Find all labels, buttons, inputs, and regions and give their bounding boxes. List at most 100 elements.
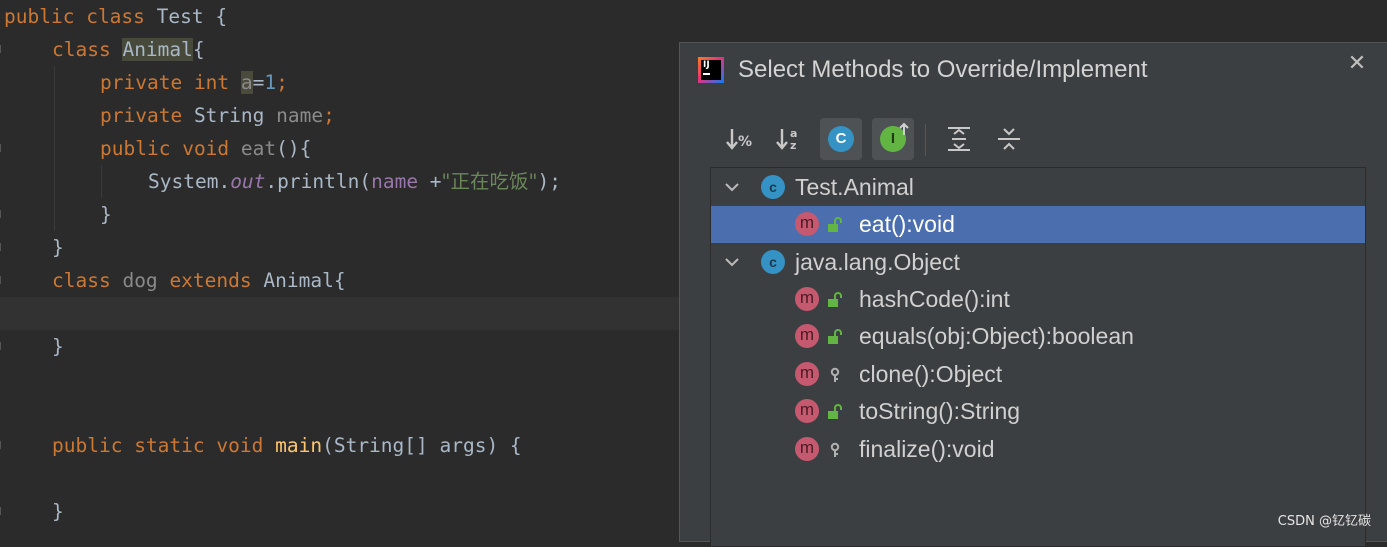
fold-marker[interactable] (0, 507, 5, 515)
class-name-highlighted: Animal (122, 38, 193, 61)
protected-access-icon (830, 442, 840, 457)
tree-group-row[interactable]: c Test.Animal (711, 169, 1365, 206)
brace: { (203, 5, 228, 28)
field-name-unused: a (240, 71, 253, 94)
code-line-15[interactable]: } (52, 495, 64, 528)
interface-up-icon: I (880, 122, 909, 152)
methods-tree[interactable]: c Test.Animal m eat():void c java.lang.O… (710, 167, 1366, 547)
method-icon: m (795, 362, 819, 386)
code-line-11[interactable]: } (52, 330, 64, 363)
method-name: eat (240, 137, 277, 160)
method-label: clone():Object (859, 361, 1003, 387)
string-literal: "正在吃饭" (441, 170, 538, 193)
method-label: toString():String (859, 398, 1021, 424)
collapse-all-button[interactable] (988, 118, 1030, 160)
code-line-5[interactable]: public void eat(){ (100, 132, 311, 165)
intellij-logo-icon: IJ (698, 57, 724, 83)
tree-method-row[interactable]: m finalize():void (711, 431, 1365, 468)
keyword: class (52, 38, 111, 61)
code-line-6[interactable]: System.out.println(name +"正在吃饭"); (148, 165, 561, 198)
public-access-icon (828, 404, 842, 419)
method-icon: m (795, 399, 819, 423)
fold-marker[interactable] (0, 210, 5, 218)
close-icon[interactable]: ✕ (1346, 53, 1368, 75)
code-line-4[interactable]: private String name; (100, 99, 335, 132)
method-icon: m (795, 437, 819, 461)
class-name: Test (156, 5, 204, 28)
keyword: private (100, 104, 183, 127)
type-name: String (193, 104, 265, 127)
keyword: int (193, 71, 230, 94)
show-classes-toggle[interactable]: C (820, 118, 862, 160)
code-line-3[interactable]: private int a=1; (100, 66, 288, 99)
tree-method-row[interactable]: m clone():Object (711, 356, 1365, 393)
fold-marker[interactable] (0, 276, 5, 284)
expand-all-button[interactable] (938, 118, 980, 160)
code-line-9[interactable]: class dog extends Animal{ (52, 264, 346, 297)
chevron-down-icon[interactable] (723, 244, 741, 281)
keyword: private (100, 71, 183, 94)
fold-marker[interactable] (0, 342, 5, 350)
sort-alphabetically-icon: a z (776, 127, 797, 152)
keyword: void (216, 434, 264, 457)
override-methods-dialog: IJ Select Methods to Override/Implement … (679, 42, 1387, 547)
svg-text:z: z (790, 139, 796, 152)
collapse-all-icon (998, 128, 1020, 150)
semicolon: ; (323, 104, 335, 127)
method-label: finalize():void (859, 436, 995, 462)
keyword: public (100, 137, 171, 160)
code-line-2[interactable]: class Animal{ (52, 33, 205, 66)
method-label: hashCode():int (859, 286, 1010, 312)
operator: + (418, 170, 442, 193)
indent-guide (101, 165, 102, 198)
tree-method-row[interactable]: m hashCode():int (711, 281, 1365, 318)
public-access-icon (828, 292, 842, 307)
tree-method-row-selected[interactable]: m eat():void (711, 206, 1365, 243)
caret-line-highlight (0, 297, 680, 330)
sort-alphabetically-button[interactable]: a z (770, 118, 812, 160)
method-name: main (275, 434, 323, 457)
code-line-7[interactable]: } (100, 198, 112, 231)
watermark: CSDN @钇钇碳 (1277, 514, 1371, 529)
tree-method-row[interactable]: m equals(obj:Object):boolean (711, 318, 1365, 355)
field-ref: name (371, 170, 419, 193)
static-field: out (230, 170, 266, 193)
toolbar-separator (925, 124, 926, 156)
fold-marker[interactable] (0, 441, 5, 449)
tree-group-row[interactable]: c java.lang.Object (711, 244, 1365, 281)
public-access-icon (828, 329, 842, 344)
code-line-13[interactable]: public static void main(String[] args) { (52, 429, 522, 462)
keyword: public (4, 5, 75, 28)
fold-marker[interactable] (0, 243, 5, 251)
public-access-icon (828, 217, 842, 232)
fold-marker[interactable] (0, 45, 5, 53)
class-icon: c (761, 175, 785, 199)
method-icon: m (795, 324, 819, 348)
class-icon: C (828, 126, 854, 152)
fold-marker[interactable] (0, 144, 5, 152)
params-brace: (){ (276, 137, 312, 160)
code-line-8[interactable]: } (52, 231, 64, 264)
operator: = (252, 71, 265, 94)
chevron-down-icon[interactable] (723, 169, 741, 206)
sort-by-visibility-button[interactable]: % (720, 118, 762, 160)
closing-brace: } (52, 236, 64, 259)
svg-text:%: % (738, 134, 752, 150)
brace: { (333, 269, 346, 292)
indent-guide (54, 66, 55, 231)
code-line-1[interactable]: public class Test { (4, 0, 227, 33)
closing-brace: } (52, 500, 64, 523)
keyword: void (182, 137, 230, 160)
class-name: dog (122, 269, 158, 292)
method-call: .println( (265, 170, 372, 193)
tree-method-row[interactable]: m toString():String (711, 393, 1365, 430)
semicolon: ; (276, 71, 288, 94)
dialog-title: Select Methods to Override/Implement (738, 56, 1148, 83)
interface-glyph: I (890, 130, 896, 147)
sort-by-visibility-icon: % (726, 129, 752, 150)
protected-access-icon (830, 367, 840, 382)
closing-brace: } (100, 203, 112, 226)
statement-end: ); (537, 170, 561, 193)
method-icon: m (795, 212, 819, 236)
show-interfaces-toggle[interactable]: I (872, 118, 914, 160)
